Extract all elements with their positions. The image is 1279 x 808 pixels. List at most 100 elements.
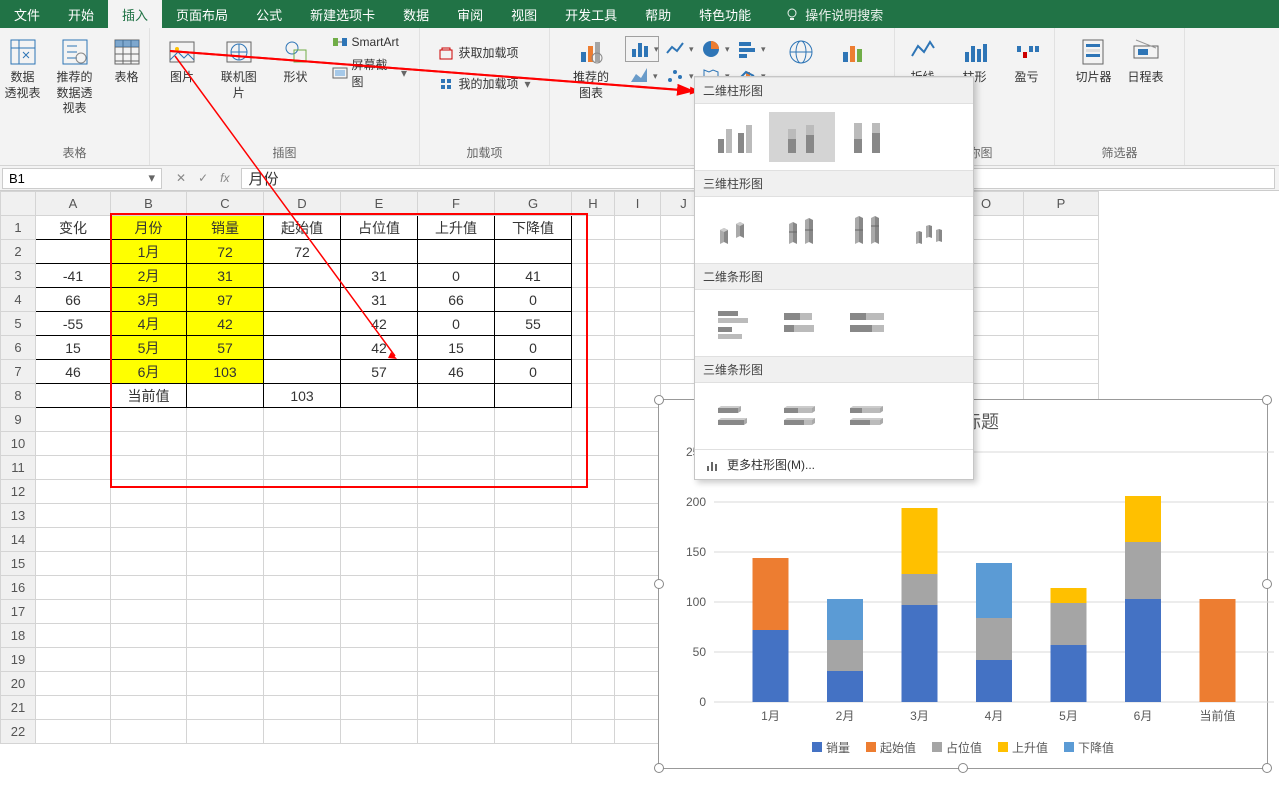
cell-H18[interactable] (572, 624, 615, 648)
cell-I20[interactable] (615, 672, 661, 696)
cell-F16[interactable] (418, 576, 495, 600)
cell-B13[interactable] (111, 504, 187, 528)
cell-B9[interactable] (111, 408, 187, 432)
cell-B2[interactable]: 1月 (111, 240, 187, 264)
cell-G7[interactable]: 0 (495, 360, 572, 384)
cell-H20[interactable] (572, 672, 615, 696)
cell-A6[interactable]: 15 (36, 336, 111, 360)
col-header-B[interactable]: B (111, 192, 187, 216)
cell-F6[interactable]: 15 (418, 336, 495, 360)
cell-I16[interactable] (615, 576, 661, 600)
cell-C13[interactable] (187, 504, 264, 528)
row-header-1[interactable]: 1 (1, 216, 36, 240)
cell-A4[interactable]: 66 (36, 288, 111, 312)
cell-B6[interactable]: 5月 (111, 336, 187, 360)
cell-A9[interactable] (36, 408, 111, 432)
pivot-table-button[interactable]: 数据透视表 (0, 32, 47, 105)
tell-me-search[interactable]: 操作说明搜索 (785, 5, 883, 24)
stacked100-bar-option[interactable] (835, 298, 901, 348)
stacked-bar-option[interactable] (769, 298, 835, 348)
cell-D10[interactable] (264, 432, 341, 456)
cell-E5[interactable]: 42 (341, 312, 418, 336)
cell-D19[interactable] (264, 648, 341, 672)
cell-E19[interactable] (341, 648, 418, 672)
cell-D8[interactable]: 103 (264, 384, 341, 408)
cell-E12[interactable] (341, 480, 418, 504)
cell-D11[interactable] (264, 456, 341, 480)
row-header-18[interactable]: 18 (1, 624, 36, 648)
cell-H16[interactable] (572, 576, 615, 600)
clustered-bar-option[interactable] (703, 298, 769, 348)
menu-tab-开始[interactable]: 开始 (54, 0, 108, 28)
cancel-icon[interactable]: ✕ (176, 171, 186, 185)
row-header-9[interactable]: 9 (1, 408, 36, 432)
cell-B14[interactable] (111, 528, 187, 552)
3d-clustered-option[interactable] (703, 205, 769, 255)
cell-G18[interactable] (495, 624, 572, 648)
cell-F1[interactable]: 上升值 (418, 216, 495, 240)
cell-D12[interactable] (264, 480, 341, 504)
col-header-G[interactable]: G (495, 192, 572, 216)
3d-column-option[interactable] (900, 205, 966, 255)
row-header-12[interactable]: 12 (1, 480, 36, 504)
cell-I3[interactable] (615, 264, 661, 288)
cell-A1[interactable]: 变化 (36, 216, 111, 240)
cell-F14[interactable] (418, 528, 495, 552)
cell-C12[interactable] (187, 480, 264, 504)
cell-G3[interactable]: 41 (495, 264, 572, 288)
cell-F4[interactable]: 66 (418, 288, 495, 312)
cell-A13[interactable] (36, 504, 111, 528)
cell-C10[interactable] (187, 432, 264, 456)
cell-I4[interactable] (615, 288, 661, 312)
cell-G2[interactable] (495, 240, 572, 264)
cell-G6[interactable]: 0 (495, 336, 572, 360)
cell-E11[interactable] (341, 456, 418, 480)
cell-D18[interactable] (264, 624, 341, 648)
cell-I9[interactable] (615, 408, 661, 432)
cell-C14[interactable] (187, 528, 264, 552)
cell-H13[interactable] (572, 504, 615, 528)
cell-F13[interactable] (418, 504, 495, 528)
maps-button[interactable] (777, 32, 825, 74)
cell-E21[interactable] (341, 696, 418, 720)
menu-tab-数据[interactable]: 数据 (389, 0, 443, 28)
cell-I22[interactable] (615, 720, 661, 744)
menu-tab-开发工具[interactable]: 开发工具 (551, 0, 631, 28)
menu-tab-新建选项卡[interactable]: 新建选项卡 (296, 0, 389, 28)
cell-D6[interactable] (264, 336, 341, 360)
row-header-4[interactable]: 4 (1, 288, 36, 312)
cell-H3[interactable] (572, 264, 615, 288)
cell-C6[interactable]: 57 (187, 336, 264, 360)
cell-C2[interactable]: 72 (187, 240, 264, 264)
col-header-E[interactable]: E (341, 192, 418, 216)
cell-G4[interactable]: 0 (495, 288, 572, 312)
col-header-I[interactable]: I (615, 192, 661, 216)
menu-tab-视图[interactable]: 视图 (497, 0, 551, 28)
cell-B18[interactable] (111, 624, 187, 648)
timeline-button[interactable]: 日程表 (1122, 32, 1170, 90)
confirm-icon[interactable]: ✓ (198, 171, 208, 185)
cell-F2[interactable] (418, 240, 495, 264)
cell-G11[interactable] (495, 456, 572, 480)
cell-E7[interactable]: 57 (341, 360, 418, 384)
table-button[interactable]: 表格 (103, 32, 151, 90)
cell-F7[interactable]: 46 (418, 360, 495, 384)
cell-B11[interactable] (111, 456, 187, 480)
cell-G14[interactable] (495, 528, 572, 552)
cell-I1[interactable] (615, 216, 661, 240)
cell-A18[interactable] (36, 624, 111, 648)
row-header-17[interactable]: 17 (1, 600, 36, 624)
cell-B1[interactable]: 月份 (111, 216, 187, 240)
name-box[interactable]: B1▾ (2, 168, 162, 189)
cell-A12[interactable] (36, 480, 111, 504)
cell-D2[interactable]: 72 (264, 240, 341, 264)
cell-C21[interactable] (187, 696, 264, 720)
cell-G9[interactable] (495, 408, 572, 432)
cell-G17[interactable] (495, 600, 572, 624)
cell-P3[interactable] (1024, 264, 1099, 288)
cell-C16[interactable] (187, 576, 264, 600)
row-header-13[interactable]: 13 (1, 504, 36, 528)
col-header-A[interactable]: A (36, 192, 111, 216)
cell-D21[interactable] (264, 696, 341, 720)
menu-tab-帮助[interactable]: 帮助 (631, 0, 685, 28)
